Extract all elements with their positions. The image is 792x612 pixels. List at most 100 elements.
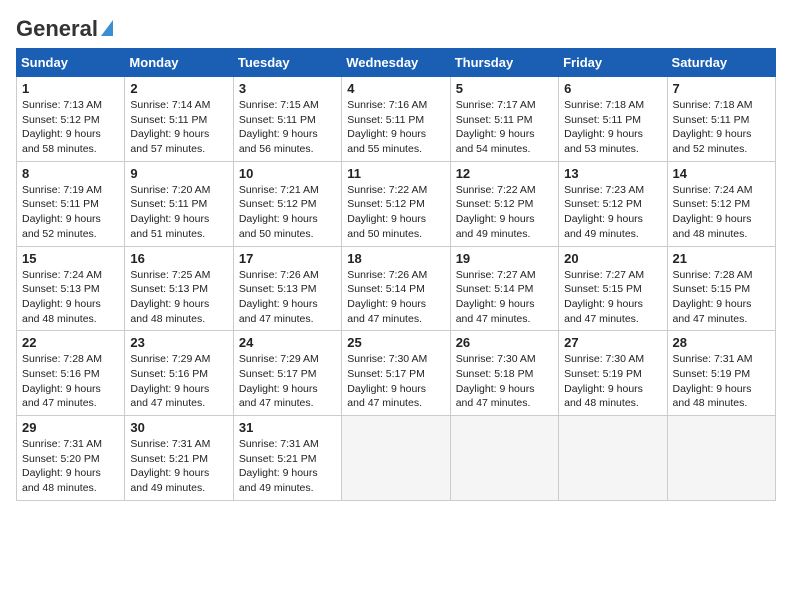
calendar-cell (667, 416, 775, 501)
day-number: 5 (456, 81, 553, 96)
cell-info: Sunrise: 7:30 AM Sunset: 5:17 PM Dayligh… (347, 352, 444, 411)
calendar-cell: 1 Sunrise: 7:13 AM Sunset: 5:12 PM Dayli… (17, 77, 125, 162)
day-number: 27 (564, 335, 661, 350)
calendar-cell: 23 Sunrise: 7:29 AM Sunset: 5:16 PM Dayl… (125, 331, 233, 416)
cell-info: Sunrise: 7:31 AM Sunset: 5:21 PM Dayligh… (239, 437, 336, 496)
cell-info: Sunrise: 7:19 AM Sunset: 5:11 PM Dayligh… (22, 183, 119, 242)
col-header-monday: Monday (125, 49, 233, 77)
cell-info: Sunrise: 7:29 AM Sunset: 5:17 PM Dayligh… (239, 352, 336, 411)
calendar-cell: 21 Sunrise: 7:28 AM Sunset: 5:15 PM Dayl… (667, 246, 775, 331)
day-number: 8 (22, 166, 119, 181)
day-number: 31 (239, 420, 336, 435)
cell-info: Sunrise: 7:26 AM Sunset: 5:13 PM Dayligh… (239, 268, 336, 327)
cell-info: Sunrise: 7:24 AM Sunset: 5:12 PM Dayligh… (673, 183, 770, 242)
cell-info: Sunrise: 7:17 AM Sunset: 5:11 PM Dayligh… (456, 98, 553, 157)
calendar-cell: 14 Sunrise: 7:24 AM Sunset: 5:12 PM Dayl… (667, 161, 775, 246)
calendar-cell: 2 Sunrise: 7:14 AM Sunset: 5:11 PM Dayli… (125, 77, 233, 162)
cell-info: Sunrise: 7:20 AM Sunset: 5:11 PM Dayligh… (130, 183, 227, 242)
day-number: 26 (456, 335, 553, 350)
calendar-cell: 28 Sunrise: 7:31 AM Sunset: 5:19 PM Dayl… (667, 331, 775, 416)
calendar-cell (342, 416, 450, 501)
day-number: 20 (564, 251, 661, 266)
day-number: 14 (673, 166, 770, 181)
calendar-cell: 13 Sunrise: 7:23 AM Sunset: 5:12 PM Dayl… (559, 161, 667, 246)
col-header-thursday: Thursday (450, 49, 558, 77)
day-number: 23 (130, 335, 227, 350)
day-number: 28 (673, 335, 770, 350)
calendar-cell: 7 Sunrise: 7:18 AM Sunset: 5:11 PM Dayli… (667, 77, 775, 162)
cell-info: Sunrise: 7:22 AM Sunset: 5:12 PM Dayligh… (456, 183, 553, 242)
day-number: 29 (22, 420, 119, 435)
cell-info: Sunrise: 7:28 AM Sunset: 5:15 PM Dayligh… (673, 268, 770, 327)
day-number: 2 (130, 81, 227, 96)
cell-info: Sunrise: 7:26 AM Sunset: 5:14 PM Dayligh… (347, 268, 444, 327)
col-header-wednesday: Wednesday (342, 49, 450, 77)
day-number: 4 (347, 81, 444, 96)
day-number: 13 (564, 166, 661, 181)
day-number: 21 (673, 251, 770, 266)
calendar-cell: 16 Sunrise: 7:25 AM Sunset: 5:13 PM Dayl… (125, 246, 233, 331)
cell-info: Sunrise: 7:13 AM Sunset: 5:12 PM Dayligh… (22, 98, 119, 157)
calendar-cell: 19 Sunrise: 7:27 AM Sunset: 5:14 PM Dayl… (450, 246, 558, 331)
day-number: 9 (130, 166, 227, 181)
calendar-cell: 5 Sunrise: 7:17 AM Sunset: 5:11 PM Dayli… (450, 77, 558, 162)
calendar-cell: 8 Sunrise: 7:19 AM Sunset: 5:11 PM Dayli… (17, 161, 125, 246)
cell-info: Sunrise: 7:31 AM Sunset: 5:19 PM Dayligh… (673, 352, 770, 411)
cell-info: Sunrise: 7:25 AM Sunset: 5:13 PM Dayligh… (130, 268, 227, 327)
cell-info: Sunrise: 7:31 AM Sunset: 5:20 PM Dayligh… (22, 437, 119, 496)
cell-info: Sunrise: 7:15 AM Sunset: 5:11 PM Dayligh… (239, 98, 336, 157)
day-number: 25 (347, 335, 444, 350)
day-number: 17 (239, 251, 336, 266)
calendar-cell: 4 Sunrise: 7:16 AM Sunset: 5:11 PM Dayli… (342, 77, 450, 162)
cell-info: Sunrise: 7:27 AM Sunset: 5:14 PM Dayligh… (456, 268, 553, 327)
calendar-cell: 11 Sunrise: 7:22 AM Sunset: 5:12 PM Dayl… (342, 161, 450, 246)
day-number: 16 (130, 251, 227, 266)
calendar-cell: 29 Sunrise: 7:31 AM Sunset: 5:20 PM Dayl… (17, 416, 125, 501)
calendar-table: SundayMondayTuesdayWednesdayThursdayFrid… (16, 48, 776, 501)
calendar-cell: 24 Sunrise: 7:29 AM Sunset: 5:17 PM Dayl… (233, 331, 341, 416)
col-header-friday: Friday (559, 49, 667, 77)
cell-info: Sunrise: 7:21 AM Sunset: 5:12 PM Dayligh… (239, 183, 336, 242)
calendar-cell: 25 Sunrise: 7:30 AM Sunset: 5:17 PM Dayl… (342, 331, 450, 416)
cell-info: Sunrise: 7:18 AM Sunset: 5:11 PM Dayligh… (673, 98, 770, 157)
cell-info: Sunrise: 7:27 AM Sunset: 5:15 PM Dayligh… (564, 268, 661, 327)
cell-info: Sunrise: 7:24 AM Sunset: 5:13 PM Dayligh… (22, 268, 119, 327)
cell-info: Sunrise: 7:14 AM Sunset: 5:11 PM Dayligh… (130, 98, 227, 157)
calendar-cell: 3 Sunrise: 7:15 AM Sunset: 5:11 PM Dayli… (233, 77, 341, 162)
calendar-cell: 26 Sunrise: 7:30 AM Sunset: 5:18 PM Dayl… (450, 331, 558, 416)
day-number: 24 (239, 335, 336, 350)
day-number: 11 (347, 166, 444, 181)
cell-info: Sunrise: 7:31 AM Sunset: 5:21 PM Dayligh… (130, 437, 227, 496)
day-number: 12 (456, 166, 553, 181)
cell-info: Sunrise: 7:23 AM Sunset: 5:12 PM Dayligh… (564, 183, 661, 242)
calendar-cell: 15 Sunrise: 7:24 AM Sunset: 5:13 PM Dayl… (17, 246, 125, 331)
col-header-saturday: Saturday (667, 49, 775, 77)
calendar-cell (559, 416, 667, 501)
calendar-cell: 20 Sunrise: 7:27 AM Sunset: 5:15 PM Dayl… (559, 246, 667, 331)
day-number: 1 (22, 81, 119, 96)
logo-text: General (16, 16, 98, 42)
logo: General (16, 16, 113, 38)
col-header-sunday: Sunday (17, 49, 125, 77)
cell-info: Sunrise: 7:30 AM Sunset: 5:18 PM Dayligh… (456, 352, 553, 411)
cell-info: Sunrise: 7:16 AM Sunset: 5:11 PM Dayligh… (347, 98, 444, 157)
calendar-cell: 12 Sunrise: 7:22 AM Sunset: 5:12 PM Dayl… (450, 161, 558, 246)
calendar-cell: 31 Sunrise: 7:31 AM Sunset: 5:21 PM Dayl… (233, 416, 341, 501)
page-header: General (16, 16, 776, 38)
calendar-cell: 10 Sunrise: 7:21 AM Sunset: 5:12 PM Dayl… (233, 161, 341, 246)
calendar-cell: 9 Sunrise: 7:20 AM Sunset: 5:11 PM Dayli… (125, 161, 233, 246)
calendar-cell: 27 Sunrise: 7:30 AM Sunset: 5:19 PM Dayl… (559, 331, 667, 416)
day-number: 22 (22, 335, 119, 350)
day-number: 7 (673, 81, 770, 96)
day-number: 30 (130, 420, 227, 435)
calendar-cell: 22 Sunrise: 7:28 AM Sunset: 5:16 PM Dayl… (17, 331, 125, 416)
day-number: 3 (239, 81, 336, 96)
cell-info: Sunrise: 7:28 AM Sunset: 5:16 PM Dayligh… (22, 352, 119, 411)
cell-info: Sunrise: 7:30 AM Sunset: 5:19 PM Dayligh… (564, 352, 661, 411)
cell-info: Sunrise: 7:29 AM Sunset: 5:16 PM Dayligh… (130, 352, 227, 411)
cell-info: Sunrise: 7:22 AM Sunset: 5:12 PM Dayligh… (347, 183, 444, 242)
calendar-cell: 18 Sunrise: 7:26 AM Sunset: 5:14 PM Dayl… (342, 246, 450, 331)
day-number: 15 (22, 251, 119, 266)
logo-arrow-icon (101, 20, 113, 36)
col-header-tuesday: Tuesday (233, 49, 341, 77)
